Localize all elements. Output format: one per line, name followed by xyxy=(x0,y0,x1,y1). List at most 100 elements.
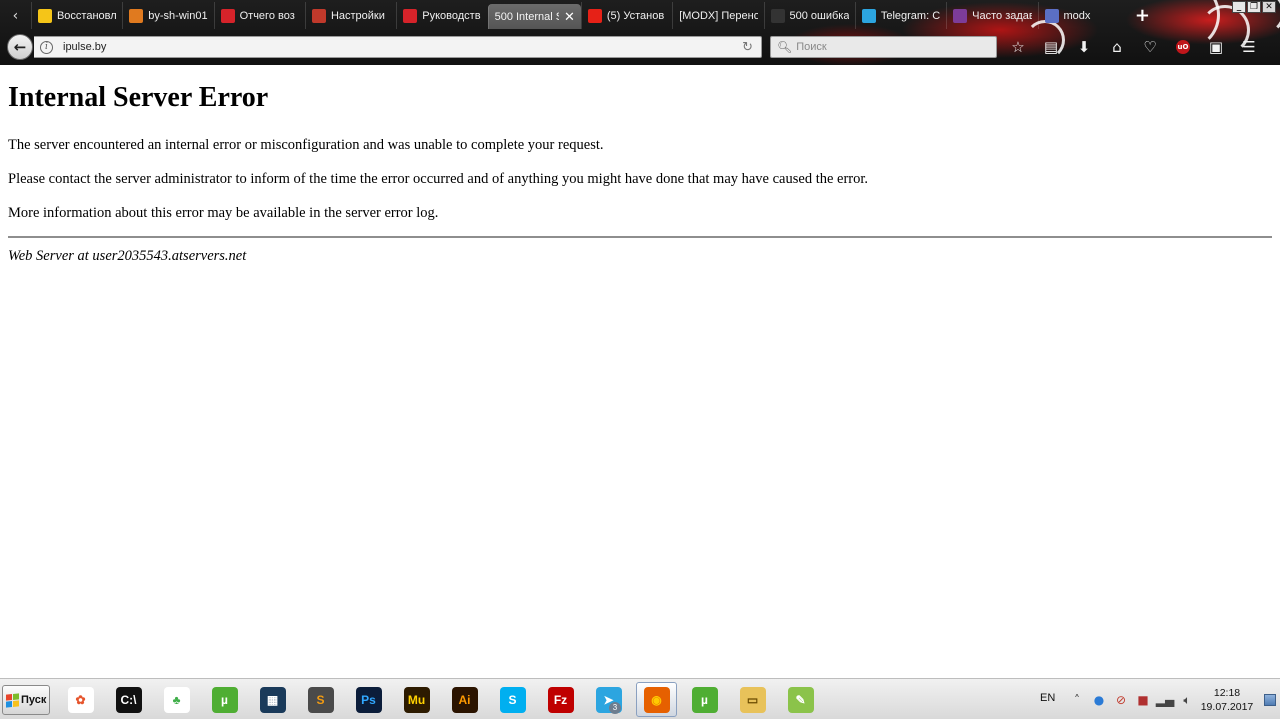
taskbar-app-button[interactable]: ♣ xyxy=(156,682,197,717)
start-button[interactable]: Пуск xyxy=(2,685,50,715)
tray-signal-icon[interactable]: ▂▄ xyxy=(1156,692,1174,708)
browser-tab[interactable]: (5) Установ xyxy=(580,2,672,29)
telegram-icon xyxy=(861,8,876,23)
error-paragraph: More information about this error may be… xyxy=(8,205,439,221)
minimize-button[interactable]: _ xyxy=(1232,1,1246,13)
menu-hamburger-icon[interactable]: ☰ xyxy=(1237,36,1261,58)
browser-tab[interactable]: Восстановл xyxy=(30,2,122,29)
clover-icon: ♣ xyxy=(163,686,190,713)
ublock-icon[interactable]: uO xyxy=(1171,36,1195,58)
maximize-button[interactable]: ❐ xyxy=(1247,1,1261,13)
pocket-icon[interactable]: ♡ xyxy=(1138,36,1162,58)
info-icon[interactable]: i xyxy=(40,40,53,54)
tray-volume-icon[interactable]: 🔈︎ xyxy=(1179,692,1195,708)
show-desktop-button[interactable] xyxy=(1260,679,1280,719)
filezilla-icon: Fz xyxy=(547,686,574,713)
tab-strip: ‹ Восстановл by-sh-win01 Отчего воз Настрой… xyxy=(0,2,1150,29)
letter-d-icon xyxy=(220,8,235,23)
browser-tab[interactable]: [MODX] Перенос xyxy=(672,2,763,29)
tray-network-blocked-icon[interactable]: ⊘ xyxy=(1113,692,1129,708)
tab-scroll-left-icon[interactable]: ‹ xyxy=(0,2,31,29)
tray-security-icon[interactable]: ■ xyxy=(1135,692,1151,708)
browser-tab[interactable]: Часто задав xyxy=(946,2,1037,29)
taskbar-app-button[interactable]: S xyxy=(300,682,341,717)
warning-icon xyxy=(37,8,52,23)
desktop-icon xyxy=(1264,693,1276,706)
tab-close-icon[interactable]: ✕ xyxy=(564,9,575,25)
taskbar-app-button[interactable]: Fz xyxy=(540,682,581,717)
bookmark-star-icon[interactable]: ☆ xyxy=(1006,36,1030,58)
url-input[interactable] xyxy=(63,41,703,53)
home-icon[interactable]: ⌂ xyxy=(1105,36,1129,58)
tab-label: 500 ошибка xyxy=(789,9,849,22)
app-logo-icon xyxy=(129,8,144,23)
taskbar-app-button[interactable]: Ai xyxy=(444,682,485,717)
browser-tab[interactable]: 500 Internal S ✕ xyxy=(487,4,581,29)
error-paragraph: Please contact the server administrator … xyxy=(8,171,869,187)
tray-app-icon[interactable]: ● xyxy=(1091,692,1107,708)
tab-label: Часто задав xyxy=(972,9,1032,22)
browser-tab[interactable]: Telegram: C xyxy=(854,2,946,29)
browser-tab[interactable]: 500 ошибка xyxy=(763,2,855,29)
ua-favicon-icon xyxy=(953,8,968,23)
screenshot-icon[interactable]: ▣ xyxy=(1204,36,1228,58)
tab-label: [MODX] Перенос xyxy=(679,9,758,22)
browser-tab[interactable]: modx xyxy=(1037,2,1129,29)
tray-expand-icon[interactable]: ˄ xyxy=(1069,692,1085,708)
new-tab-button[interactable]: + xyxy=(1135,2,1150,29)
browser-chrome: ‹ Восстановл by-sh-win01 Отчего воз Настрой… xyxy=(0,0,1280,65)
tab-label: 500 Internal S xyxy=(494,10,559,23)
settings-favicon-icon xyxy=(311,8,326,23)
taskbar-app-button[interactable]: µ xyxy=(684,682,725,717)
divider xyxy=(8,236,1272,238)
bars-favicon-icon xyxy=(403,8,418,23)
tab-label: modx xyxy=(1063,9,1091,22)
system-tray: ˄ ● ⊘ ■ ▂▄ 🔈︎ xyxy=(1063,685,1198,715)
utorrent-2-icon: µ xyxy=(691,686,718,713)
server-signature: Web Server at user2035543.atservers.net xyxy=(8,248,247,264)
modx-favicon-icon xyxy=(1044,8,1059,23)
taskbar-app-button[interactable]: S xyxy=(492,682,533,717)
page-title: Internal Server Error xyxy=(8,82,269,113)
close-window-button[interactable]: ✕ xyxy=(1262,1,1276,13)
url-bar[interactable]: i ↻ xyxy=(34,36,762,58)
sublime-text-icon: S xyxy=(307,686,334,713)
taskbar-app-button[interactable]: ◉ xyxy=(636,682,677,717)
utorrent-icon: µ xyxy=(211,686,238,713)
taskbar-app-button[interactable]: ✿ xyxy=(60,682,101,717)
taskbar-app-button[interactable]: µ xyxy=(204,682,245,717)
search-icon: 🔍︎ xyxy=(777,40,793,54)
clock[interactable]: 12:18 19.07.2017 xyxy=(1196,686,1258,714)
page-content: Internal Server Error The server encount… xyxy=(0,65,1280,678)
reload-icon[interactable]: ↻ xyxy=(742,40,753,55)
downloads-icon[interactable]: ⬇ xyxy=(1072,36,1096,58)
firefox-icon: ◉ xyxy=(643,686,670,713)
taskbar-app-button[interactable]: C:\ xyxy=(108,682,149,717)
taskbar-app-button[interactable]: Ps xyxy=(348,682,389,717)
bookmarks-list-icon[interactable]: ▤ xyxy=(1039,36,1063,58)
skype-icon: S xyxy=(499,686,526,713)
search-bar[interactable]: 🔍︎ xyxy=(770,36,997,58)
search-input[interactable] xyxy=(796,41,987,53)
navigation-bar: ← i ↻ 🔍︎ ☆ ▤ ⬇ ⌂ ♡ uO ▣ ☰ xyxy=(0,31,1280,63)
picasa-icon: ✿ xyxy=(67,686,94,713)
taskbar-app-button[interactable]: ▭ xyxy=(732,682,773,717)
taskbar-apps: ✿ C:\ ♣ µ ▦ S Ps Mu Ai S Fz ➤ 3 ◉ µ ▭ ✎ xyxy=(60,682,821,717)
browser-tab[interactable]: by-sh-win01 xyxy=(122,2,213,29)
browser-tab[interactable]: Руководств xyxy=(396,2,487,29)
notification-badge: 3 xyxy=(609,702,621,714)
tab-label: Восстановл xyxy=(56,9,117,22)
tab-label: Настройки xyxy=(330,9,385,22)
back-button[interactable]: ← xyxy=(7,34,33,60)
taskbar-app-button[interactable]: ➤ 3 xyxy=(588,682,629,717)
taskbar-app-button[interactable]: ▦ xyxy=(252,682,293,717)
photoshop-icon: Ps xyxy=(355,686,382,713)
taskbar-app-button[interactable]: ✎ xyxy=(780,682,821,717)
language-indicator[interactable]: EN xyxy=(1040,692,1055,704)
browser-tab[interactable]: Настройки xyxy=(304,2,396,29)
taskbar-app-button[interactable]: Mu xyxy=(396,682,437,717)
window-controls: _ ❐ ✕ xyxy=(1232,1,1276,13)
tab-label: Telegram: C xyxy=(880,9,941,22)
command-prompt-icon: C:\ xyxy=(115,686,142,713)
browser-tab[interactable]: Отчего воз xyxy=(213,2,305,29)
